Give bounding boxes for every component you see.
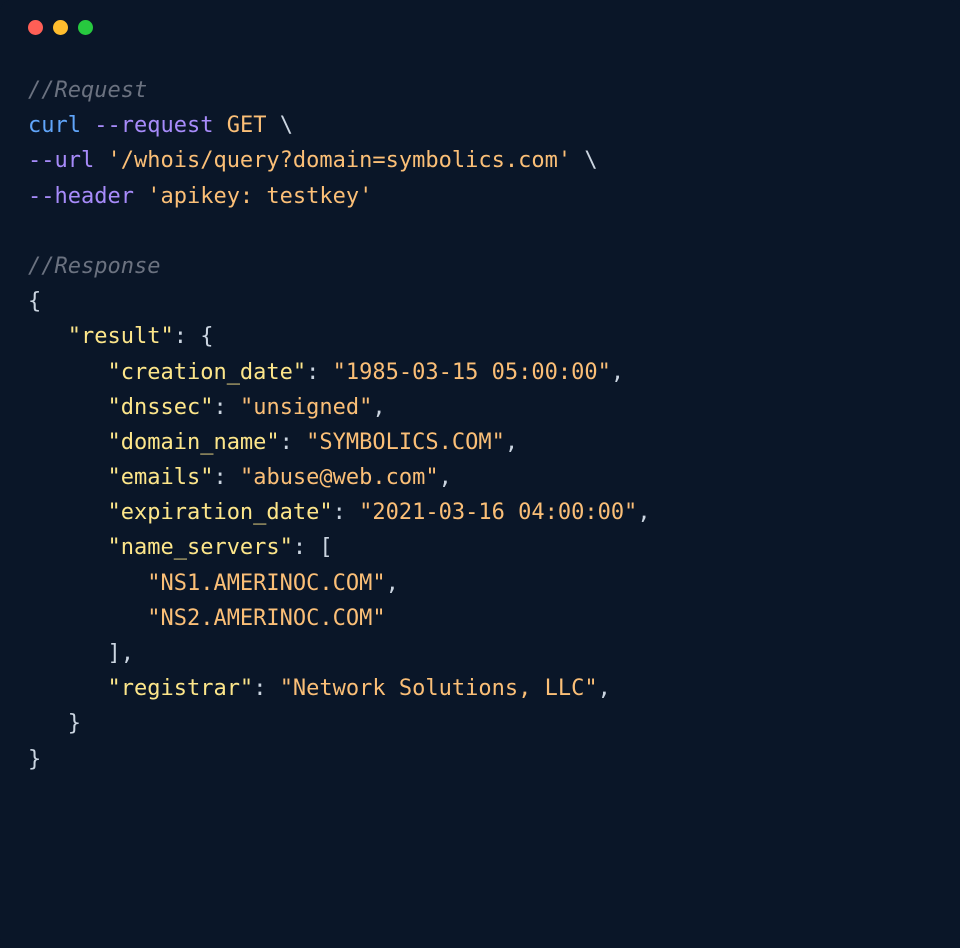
array-open-bracket: [ xyxy=(319,535,332,560)
colon: : xyxy=(213,395,240,420)
colon: : xyxy=(333,500,360,525)
name-servers-key: "name_servers" xyxy=(107,535,292,560)
minimize-icon[interactable] xyxy=(53,20,68,35)
close-icon[interactable] xyxy=(28,20,43,35)
colon: : xyxy=(293,535,320,560)
registrar-value: "Network Solutions, LLC" xyxy=(280,676,598,701)
comma: , xyxy=(637,500,650,525)
response-comment: //Response xyxy=(28,254,160,279)
domain-name-key: "domain_name" xyxy=(107,430,279,455)
line-continuation: \ xyxy=(571,148,598,173)
comma: , xyxy=(439,465,452,490)
json-close-brace: } xyxy=(28,747,41,772)
dnssec-key: "dnssec" xyxy=(107,395,213,420)
line-continuation: \ xyxy=(266,113,293,138)
array-close-bracket: ] xyxy=(107,641,120,666)
header-flag: --header xyxy=(28,184,134,209)
comma: , xyxy=(386,571,399,596)
http-method: GET xyxy=(227,113,267,138)
comma: , xyxy=(611,360,624,385)
expiration-date-value: "2021-03-16 04:00:00" xyxy=(359,500,637,525)
ns1-value: "NS1.AMERINOC.COM" xyxy=(147,571,385,596)
curl-command: curl xyxy=(28,113,81,138)
terminal-window: //Request curl --request GET \ --url '/who… xyxy=(0,0,960,948)
comma: , xyxy=(505,430,518,455)
maximize-icon[interactable] xyxy=(78,20,93,35)
result-key: "result" xyxy=(68,324,174,349)
creation-date-key: "creation_date" xyxy=(107,360,306,385)
comma: , xyxy=(372,395,385,420)
comma: , xyxy=(598,676,611,701)
window-title-bar xyxy=(0,0,960,43)
registrar-key: "registrar" xyxy=(107,676,253,701)
emails-key: "emails" xyxy=(107,465,213,490)
creation-date-value: "1985-03-15 05:00:00" xyxy=(333,360,611,385)
request-comment: //Request xyxy=(28,78,147,103)
header-value: 'apikey: testkey' xyxy=(147,184,372,209)
code-block: //Request curl --request GET \ --url '/who… xyxy=(0,43,960,797)
ns2-value: "NS2.AMERINOC.COM" xyxy=(147,606,385,631)
request-flag: --request xyxy=(94,113,213,138)
url-flag: --url xyxy=(28,148,94,173)
colon: : xyxy=(280,430,307,455)
expiration-date-key: "expiration_date" xyxy=(107,500,332,525)
emails-value: "abuse@web.com" xyxy=(240,465,439,490)
url-value: '/whois/query?domain=symbolics.com' xyxy=(107,148,571,173)
dnssec-value: "unsigned" xyxy=(240,395,372,420)
nested-close-brace: } xyxy=(68,711,81,736)
colon: : xyxy=(213,465,240,490)
json-open-brace: { xyxy=(28,289,41,314)
nested-open-brace: { xyxy=(200,324,213,349)
colon: : xyxy=(174,324,201,349)
colon: : xyxy=(253,676,280,701)
domain-name-value: "SYMBOLICS.COM" xyxy=(306,430,505,455)
colon: : xyxy=(306,360,333,385)
comma: , xyxy=(121,641,134,666)
